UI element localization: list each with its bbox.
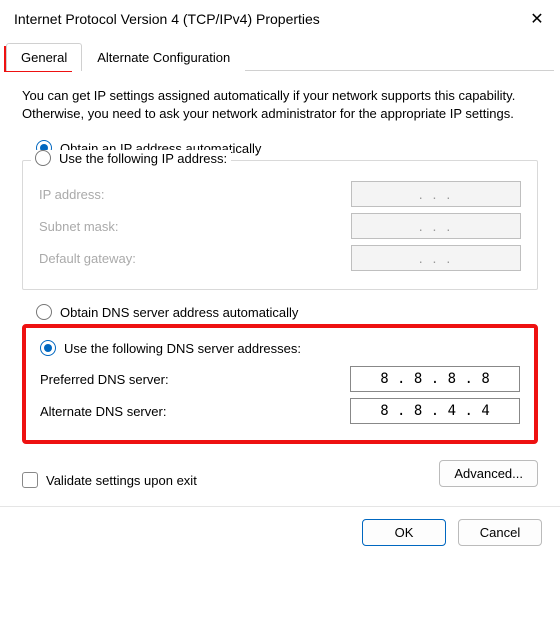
subnet-input: . . .	[351, 213, 521, 239]
gateway-label: Default gateway:	[39, 251, 136, 266]
radio-ip-manual[interactable]	[35, 150, 51, 166]
preferred-dns-input[interactable]: 8 . 8 . 8 . 8	[350, 366, 520, 392]
ip-address-input: . . .	[351, 181, 521, 207]
dns-manual-label: Use the following DNS server addresses:	[64, 341, 301, 356]
cancel-button[interactable]: Cancel	[458, 519, 542, 546]
dns-auto-label: Obtain DNS server address automatically	[60, 305, 298, 320]
validate-label: Validate settings upon exit	[46, 473, 197, 488]
tab-alternate[interactable]: Alternate Configuration	[82, 43, 245, 71]
window-title: Internet Protocol Version 4 (TCP/IPv4) P…	[14, 11, 320, 27]
radio-dns-auto[interactable]	[36, 304, 52, 320]
ip-address-label: IP address:	[39, 187, 105, 202]
validate-checkbox[interactable]	[22, 472, 38, 488]
description-text: You can get IP settings assigned automat…	[22, 87, 538, 122]
subnet-label: Subnet mask:	[39, 219, 119, 234]
ip-manual-label: Use the following IP address:	[59, 151, 227, 166]
dns-auto-radio-row[interactable]: Obtain DNS server address automatically	[36, 304, 538, 320]
dns-manual-radio-row[interactable]: Use the following DNS server addresses:	[40, 340, 520, 356]
validate-checkbox-row[interactable]: Validate settings upon exit	[22, 472, 197, 488]
ok-button[interactable]: OK	[362, 519, 446, 546]
alternate-dns-input[interactable]: 8 . 8 . 4 . 4	[350, 398, 520, 424]
alternate-dns-label: Alternate DNS server:	[40, 404, 166, 419]
tab-general[interactable]: General	[6, 43, 82, 71]
advanced-button[interactable]: Advanced...	[439, 460, 538, 487]
radio-dns-manual[interactable]	[40, 340, 56, 356]
highlight-box-dns: Use the following DNS server addresses: …	[22, 324, 538, 444]
preferred-dns-label: Preferred DNS server:	[40, 372, 169, 387]
ip-manual-group: Use the following IP address: IP address…	[22, 160, 538, 290]
tab-strip: General Alternate Configuration	[6, 36, 554, 71]
close-icon[interactable]: ✕	[528, 10, 546, 28]
gateway-input: . . .	[351, 245, 521, 271]
dialog-footer: OK Cancel	[0, 506, 560, 558]
